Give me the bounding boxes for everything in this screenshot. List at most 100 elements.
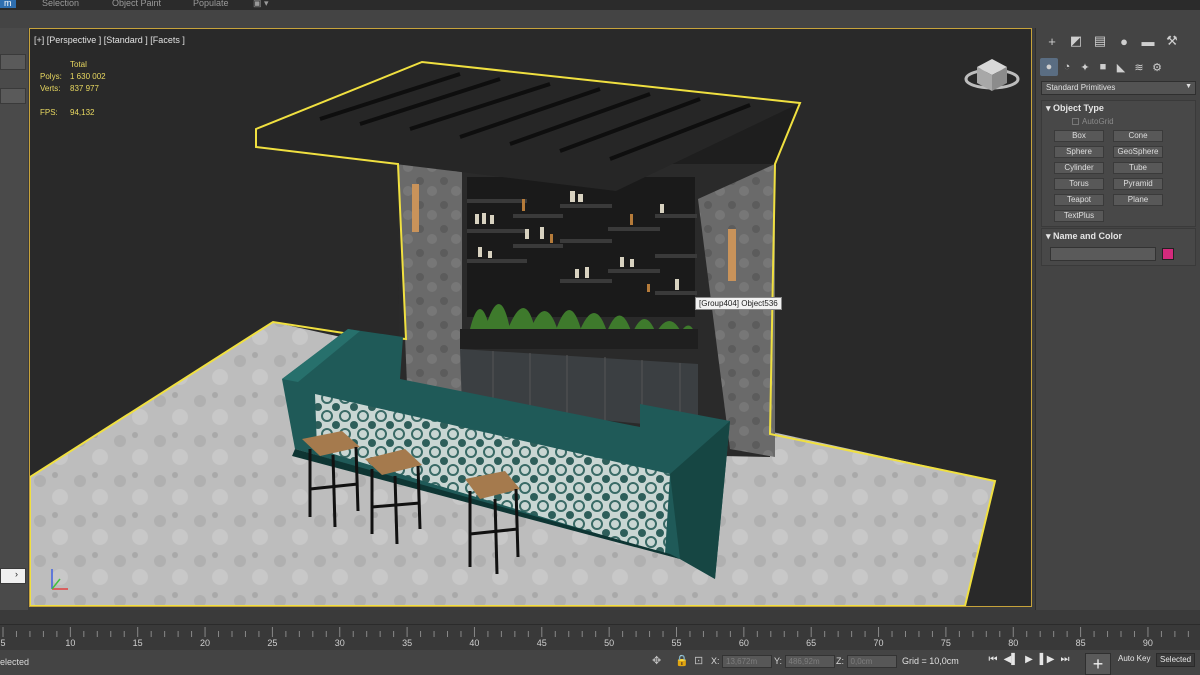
x-label: X: — [711, 655, 720, 666]
primitive-buttons: Box Cone Sphere GeoSphere Cylinder Tube … — [1042, 126, 1195, 226]
spacewarps-icon[interactable]: ≋ — [1130, 58, 1148, 76]
cylinder-button[interactable]: Cylinder — [1054, 162, 1104, 174]
tab-populate[interactable]: Populate — [193, 0, 229, 8]
x-field[interactable]: 13,672m — [722, 655, 773, 668]
track-bar-header — [0, 610, 1200, 624]
pyramid-button[interactable]: Pyramid — [1113, 178, 1163, 190]
selection-status: elected — [0, 657, 30, 667]
status-bar: elected ✥ 🔒 ⊡ X: 13,672m Y: 486,92m Z: 0… — [0, 650, 1200, 675]
timeline-tick-label: 45 — [536, 638, 547, 648]
left-toolbar-button[interactable] — [0, 54, 26, 70]
tab-object-paint[interactable]: Object Paint — [112, 0, 161, 8]
helpers-icon[interactable]: ◣ — [1112, 58, 1130, 76]
timeline-tick-label: 50 — [604, 638, 615, 648]
primitive-category-dropdown[interactable]: Standard Primitives ▼ — [1041, 81, 1196, 95]
selected-set-dropdown[interactable]: Selected — [1156, 653, 1196, 667]
fps-label: FPS: — [40, 108, 58, 117]
go-to-start-icon[interactable]: ⏮ — [985, 654, 1001, 668]
geosphere-button[interactable]: GeoSphere — [1113, 146, 1163, 158]
timeline-tick-label: 25 — [267, 638, 278, 648]
lights-icon[interactable]: ✦ — [1076, 58, 1094, 76]
checkbox-icon — [1072, 118, 1079, 126]
next-frame-icon[interactable]: ▌▶ — [1039, 654, 1055, 668]
modify-tab-icon[interactable]: ◩ — [1066, 32, 1086, 50]
scene-render[interactable] — [30, 29, 1032, 607]
motion-tab-icon[interactable]: ● — [1114, 32, 1134, 50]
torus-button[interactable]: Torus — [1054, 178, 1104, 190]
timeline[interactable]: 5 10 15 20 25 30 35 40 45 50 55 60 65 70 75 80 85 90 — [0, 624, 1200, 650]
cone-button[interactable]: Cone — [1113, 130, 1163, 142]
ribbon-bar: m Selection Object Paint Populate ▣ ▾ — [0, 0, 1200, 10]
object-tooltip: [Group404] Object536 — [695, 297, 782, 310]
y-coordinate: Y: 486,92m — [774, 655, 835, 668]
viewport-statistics: Total Polys: 1 630 002 Verts: 837 977 FPS:… — [40, 59, 106, 119]
auto-key-button[interactable]: Auto Key — [1115, 653, 1153, 667]
tab-modeling[interactable]: m — [0, 0, 16, 8]
teapot-button[interactable]: Teapot — [1054, 194, 1104, 206]
cameras-icon[interactable]: ■ — [1094, 58, 1112, 76]
tube-button[interactable]: Tube — [1113, 162, 1163, 174]
previous-frame-icon[interactable]: ◀▌ — [1003, 654, 1019, 668]
timeline-tick-label: 60 — [738, 638, 749, 648]
z-field[interactable]: 0,0cm — [846, 655, 897, 668]
textplus-button[interactable]: TextPlus — [1054, 210, 1104, 222]
lock-icon[interactable]: 🔒 — [675, 654, 689, 667]
timeline-tick-label: 10 — [65, 638, 76, 648]
plane-button[interactable]: Plane — [1113, 194, 1163, 206]
create-tab-icon[interactable]: + — [1042, 32, 1062, 50]
left-toolbar-button[interactable] — [0, 88, 26, 104]
left-expand-button[interactable]: › — [0, 568, 26, 584]
command-panel-tabs: + ◩ ▤ ● ▬ ⚒ — [1036, 32, 1200, 54]
shapes-icon[interactable]: ◔ — [1058, 58, 1076, 76]
perspective-viewport[interactable]: [+] [Perspective ] [Standard ] [Facets ]… — [29, 28, 1032, 607]
create-categories: ● ◔ ✦ ■ ◣ ≋ ⚙ — [1040, 58, 1200, 76]
ribbon-options-icon[interactable]: ▣ ▾ — [253, 0, 269, 9]
timeline-ticks — [2, 627, 1189, 637]
absolute-mode-icon[interactable]: ⊡ — [694, 654, 703, 667]
timeline-tick-label: 40 — [469, 638, 480, 648]
object-color-swatch[interactable] — [1162, 248, 1174, 260]
command-panel: + ◩ ▤ ● ▬ ⚒ ● ◔ ✦ ■ ◣ ≋ ⚙ Standard Primi… — [1035, 28, 1200, 610]
x-coordinate: X: 13,672m — [711, 655, 773, 668]
z-coordinate: Z: 0,0cm — [836, 655, 897, 668]
object-name-field[interactable] — [1050, 247, 1156, 261]
verts-label: Verts: — [40, 84, 61, 93]
autogrid-checkbox[interactable]: AutoGrid — [1042, 117, 1195, 126]
tab-selection[interactable]: Selection — [42, 0, 79, 8]
name-and-color-rollout: ▾ Name and Color — [1041, 228, 1196, 266]
y-label: Y: — [774, 655, 783, 666]
sphere-button[interactable]: Sphere — [1054, 146, 1104, 158]
isolate-icon[interactable]: ✥ — [652, 654, 661, 667]
object-type-header[interactable]: ▾ Object Type — [1042, 101, 1195, 115]
hierarchy-tab-icon[interactable]: ▤ — [1090, 32, 1110, 50]
timeline-tick-label: 20 — [200, 638, 211, 648]
timeline-tick-label: 75 — [940, 638, 951, 648]
grid-size: Grid = 10,0cm — [902, 656, 959, 666]
play-icon[interactable]: ▶ — [1021, 654, 1037, 668]
fps-value: 94,132 — [70, 108, 95, 117]
name-and-color-header[interactable]: ▾ Name and Color — [1042, 229, 1195, 243]
utilities-tab-icon[interactable]: ⚒ — [1162, 32, 1182, 50]
timeline-tick-label: 85 — [1075, 638, 1086, 648]
geometry-icon[interactable]: ● — [1040, 58, 1058, 76]
y-field[interactable]: 486,92m — [784, 655, 835, 668]
stats-header: Total — [70, 60, 87, 69]
chevron-down-icon: ▼ — [1185, 83, 1192, 90]
timeline-tick-label: 80 — [1008, 638, 1019, 648]
box-button[interactable]: Box — [1054, 130, 1104, 142]
add-key-icon[interactable]: + — [1085, 653, 1111, 675]
timeline-tick-label: 15 — [132, 638, 143, 648]
timeline-tick-label: 35 — [402, 638, 413, 648]
display-tab-icon[interactable]: ▬ — [1138, 32, 1158, 50]
polys-label: Polys: — [40, 72, 62, 81]
object-type-rollout: ▾ Object Type AutoGrid Box Cone Sphere G… — [1041, 100, 1196, 227]
systems-icon[interactable]: ⚙ — [1148, 58, 1166, 76]
viewport-label[interactable]: [+] [Perspective ] [Standard ] [Facets ] — [34, 35, 185, 45]
z-label: Z: — [836, 655, 844, 666]
autogrid-label: AutoGrid — [1082, 117, 1114, 126]
timeline-tick-label: 55 — [671, 638, 682, 648]
timeline-tick-label: 30 — [334, 638, 345, 648]
timeline-tick-label: 65 — [806, 638, 817, 648]
go-to-end-icon[interactable]: ⏭ — [1057, 654, 1073, 668]
ribbon-panel — [0, 10, 1200, 28]
